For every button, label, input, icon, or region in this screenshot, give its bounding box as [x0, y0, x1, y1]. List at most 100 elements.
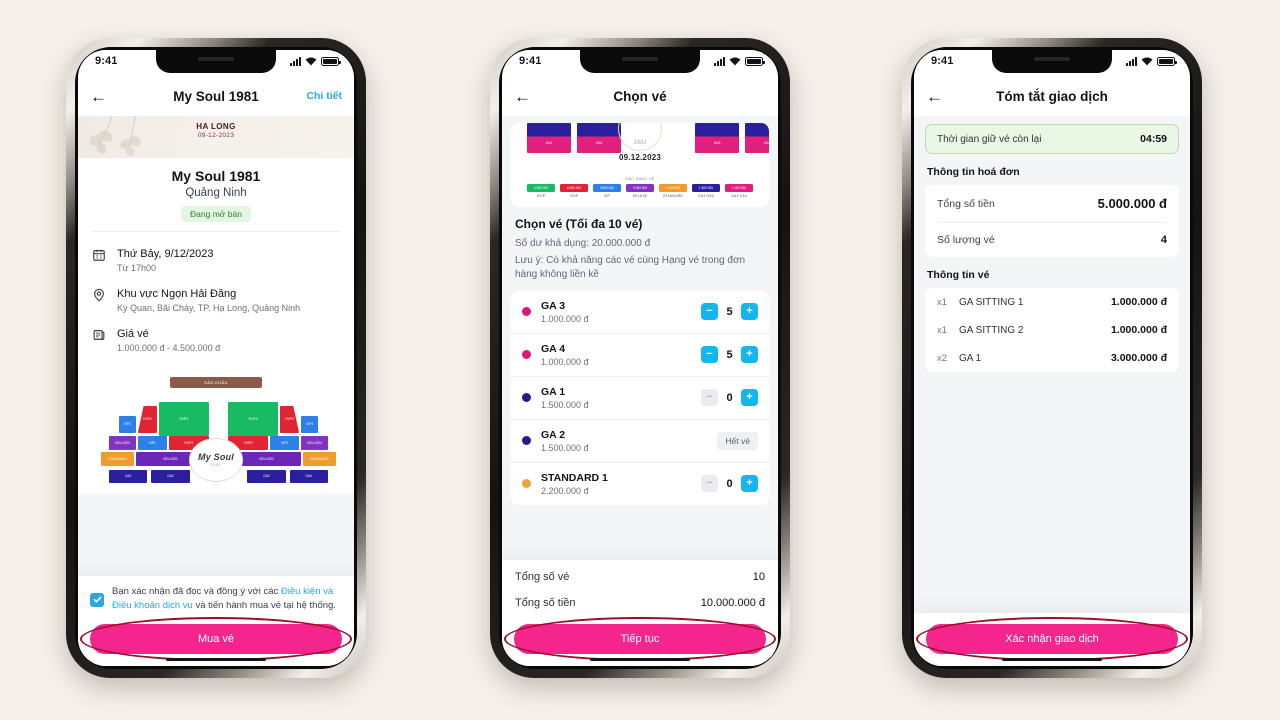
- legend-swatch: 3.500.000: [593, 184, 621, 192]
- continue-button[interactable]: Tiếp tục: [514, 624, 766, 654]
- confirm-transaction-button[interactable]: Xác nhận giao dịch: [926, 624, 1178, 654]
- phone-select-tickets: 9:41 ← Chọn vé GA4 GA3 GA2 GA1 1981 09.12.2…: [490, 38, 790, 678]
- seat-block[interactable]: SVIP1: [158, 401, 209, 436]
- seat-block[interactable]: VIP3: [118, 415, 136, 433]
- seat-block[interactable]: VIP4: [301, 415, 319, 433]
- quantity-stepper[interactable]: −5 +: [701, 303, 758, 320]
- legend-label: GA3 GA4: [731, 194, 747, 198]
- legend-item: 3.500.000 VIP: [593, 184, 621, 198]
- invoice-value: 4: [1160, 234, 1167, 246]
- banner-line2: 09-12-2023: [197, 132, 235, 139]
- quantity-stepper[interactable]: −0 +: [701, 389, 758, 406]
- seat-block[interactable]: GA1: [109, 469, 148, 483]
- mini-seat-block-label: GA1: [545, 141, 553, 145]
- ticket-name: GA SITTING 1: [959, 296, 1024, 308]
- seat-block[interactable]: SVIP2: [228, 401, 278, 436]
- cta-wrapper: Mua vé: [80, 617, 352, 661]
- seat-block[interactable]: VVIP2: [279, 405, 300, 433]
- info-row-date: Thứ Bảy, 9/12/2023 Từ 17h00: [92, 241, 340, 281]
- increment-button[interactable]: +: [741, 475, 758, 492]
- terms-text: Bạn xác nhận đã đọc và đồng ý với các Đi…: [112, 585, 342, 614]
- seat-block[interactable]: GA4: [289, 469, 328, 483]
- mini-seat-map-card[interactable]: GA4 GA3 GA2 GA1 1981 09.12.2023 CÁC HẠNG VÉ…: [511, 123, 769, 207]
- total-value: 10.000.000 đ: [700, 597, 765, 609]
- event-info-list: Thứ Bảy, 9/12/2023 Từ 17h00 Khu vực Ngọn…: [78, 232, 354, 371]
- ticket-price: 1.500.000 đ: [541, 399, 589, 410]
- quantity-value: 0: [726, 477, 733, 490]
- decrement-button[interactable]: −: [701, 303, 718, 320]
- terms-row[interactable]: Bạn xác nhận đã đọc và đồng ý với các Đi…: [90, 585, 342, 614]
- decrement-button[interactable]: −: [701, 389, 718, 406]
- mini-seat-block[interactable]: GA3: [695, 123, 739, 153]
- ticket-info: GA 2 1.500.000 đ: [541, 429, 717, 453]
- quantity-stepper[interactable]: −5 +: [701, 346, 758, 363]
- mini-seat-block[interactable]: GA2: [577, 123, 621, 153]
- legend-swatch: 2.200.000: [659, 184, 687, 192]
- mini-seat-block[interactable]: GA4: [745, 123, 769, 153]
- info-row-venue: Khu vực Ngọn Hải Đăng Kỳ Quan, Bãi Cháy,…: [92, 281, 340, 321]
- legend-item: 1.500.000 GA1 GA2: [692, 184, 720, 198]
- legend-swatch: 4.500.000: [527, 184, 555, 192]
- status-icons: [1126, 57, 1177, 66]
- detail-link[interactable]: Chi tiết: [306, 90, 342, 102]
- total-value: 10: [752, 571, 765, 583]
- sold-out-badge: Hết vé: [717, 431, 758, 450]
- terms-before: Bạn xác nhận đã đọc và đồng ý với các: [112, 585, 281, 597]
- legend-title: CÁC HẠNG VÉ: [625, 177, 655, 181]
- legend-label: SVIP: [536, 194, 546, 198]
- balance-text: Số dư khả dụng: 20.000.000 đ: [515, 238, 651, 249]
- ticket-info: GA 1 1.500.000 đ: [541, 386, 701, 410]
- ticket-row: GA 1 1.500.000 đ −0 +: [511, 377, 769, 420]
- legend-swatch: 4.000.000: [560, 184, 588, 192]
- buy-ticket-button[interactable]: Mua vé: [90, 624, 342, 654]
- decrement-button[interactable]: −: [701, 475, 718, 492]
- signal-icon: [290, 57, 301, 66]
- scroll-body[interactable]: Thời gian giữ vé còn lại 04:59 Thông tin…: [914, 116, 1190, 666]
- back-button[interactable]: ←: [514, 88, 531, 105]
- quantity-stepper[interactable]: −0 +: [701, 475, 758, 492]
- event-date: 09.12.2023: [618, 153, 662, 162]
- seat-block[interactable]: VVIP1: [137, 405, 158, 433]
- seat-block[interactable]: STANDARD2: [302, 451, 336, 466]
- ticket-qty: x2: [937, 352, 948, 364]
- seat-block[interactable]: DELUXE4: [301, 435, 328, 450]
- total-row: Tổng số vé 10: [515, 564, 765, 590]
- ticket-info-title: Thông tin vé: [927, 269, 990, 281]
- seat-block[interactable]: VIP2: [270, 435, 300, 450]
- nav-bar: ← My Soul 1981 Chi tiết: [78, 76, 354, 116]
- seat-block[interactable]: STANDARD1: [101, 451, 134, 466]
- seat-block[interactable]: VIP1: [137, 435, 167, 450]
- mini-seat-block[interactable]: GA1: [527, 123, 571, 153]
- increment-button[interactable]: +: [741, 389, 758, 406]
- seat-block[interactable]: GA3: [247, 469, 286, 483]
- back-button[interactable]: ←: [90, 88, 107, 105]
- decrement-button[interactable]: −: [701, 346, 718, 363]
- notch: [580, 50, 700, 73]
- status-time: 9:41: [931, 55, 954, 67]
- terms-checkbox[interactable]: [90, 592, 104, 607]
- ticket-price: 1.000.000 đ: [1110, 296, 1167, 308]
- ticket-color-dot: [522, 350, 531, 359]
- increment-button[interactable]: +: [741, 303, 758, 320]
- seat-map[interactable]: SÂN KHẤU GA4 GA3 GA2 GA1 STANDARD2 DELUXE2 DEL…: [78, 370, 354, 494]
- venue-logo-text: 1981: [633, 140, 647, 146]
- info-row-price: Giá vé 1.000.000 đ - 4.500.000 đ: [92, 321, 340, 361]
- seat-block[interactable]: GA2: [151, 469, 190, 483]
- seat-block[interactable]: DELUXE3: [109, 435, 136, 450]
- battery-icon: [1157, 57, 1177, 66]
- ticket-summary-row: x1 GA SITTING 2 1.000.000 đ: [937, 316, 1167, 344]
- increment-button[interactable]: +: [741, 346, 758, 363]
- hold-timer-label: Thời gian giữ vé còn lại: [937, 133, 1042, 145]
- notch: [992, 50, 1112, 73]
- total-row: Tổng số tiền 10.000.000 đ: [515, 590, 765, 616]
- ticket-name: GA SITTING 2: [959, 324, 1024, 336]
- invoice-row-total: Tổng số tiền 5.000.000 đ: [937, 185, 1167, 222]
- ticket-info: GA 3 1.000.000 đ: [541, 300, 701, 324]
- hold-timer-value: 04:59: [1140, 133, 1167, 145]
- legend-label: VIP: [603, 194, 611, 198]
- back-button[interactable]: ←: [926, 88, 943, 105]
- ticket-info: GA 4 1.000.000 đ: [541, 343, 701, 367]
- status-bar: 9:41: [78, 50, 354, 76]
- price-legend: 4.500.000 SVIP 4.000.000 VVIP 3.500.000 VIP 3.…: [519, 184, 761, 198]
- page-title: Tóm tắt giao dịch: [996, 88, 1108, 104]
